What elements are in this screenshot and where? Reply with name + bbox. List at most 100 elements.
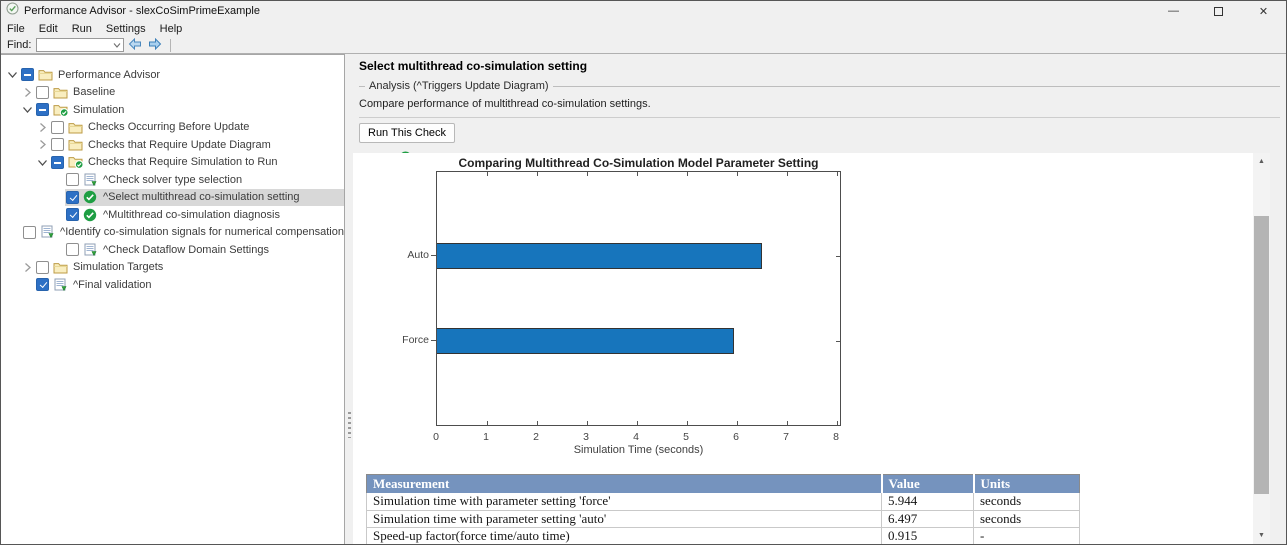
tree-checkbox-unchecked[interactable] <box>36 261 49 274</box>
x-tick-mark <box>837 172 838 176</box>
tree-checkbox-checked[interactable] <box>36 278 49 291</box>
x-tick-mark <box>637 172 638 176</box>
tree-item-label[interactable]: ^Final validation <box>73 279 152 291</box>
tree-item-label[interactable]: ^Check solver type selection <box>103 174 242 186</box>
chevron-right-icon[interactable] <box>20 262 35 273</box>
maximize-button[interactable] <box>1196 1 1241 21</box>
scroll-up-icon[interactable]: ▲ <box>1253 153 1270 170</box>
tree-item-body[interactable]: ^Select multithread co-simulation settin… <box>65 189 344 207</box>
tree-checkbox-unchecked[interactable] <box>51 121 64 134</box>
vertical-scrollbar[interactable]: ▲ ▼ <box>1253 153 1270 544</box>
tree-item[interactable]: Simulation Targets <box>1 259 344 277</box>
report-icon <box>40 225 56 240</box>
tree-item-label[interactable]: Checks that Require Update Diagram <box>88 139 271 151</box>
tree-item-label[interactable]: ^Check Dataflow Domain Settings <box>103 244 269 256</box>
tree-item-body[interactable]: Performance Advisor <box>20 66 344 84</box>
menu-settings[interactable]: Settings <box>106 23 146 35</box>
tree-item-label[interactable]: ^Identify co-simulation signals for nume… <box>60 226 344 238</box>
menu-file[interactable]: File <box>7 23 25 35</box>
panel-splitter[interactable] <box>344 54 353 544</box>
chevron-down-icon[interactable] <box>35 158 50 167</box>
folder-icon <box>53 85 69 100</box>
tree-item-label[interactable]: ^Select multithread co-simulation settin… <box>103 191 300 203</box>
tree-checkbox-unchecked[interactable] <box>66 173 79 186</box>
bar-force <box>437 328 734 354</box>
tree-item-label[interactable]: Simulation Targets <box>73 261 163 273</box>
scrollbar-thumb[interactable] <box>1254 216 1269 494</box>
tree-item[interactable]: Checks Occurring Before Update <box>1 119 344 137</box>
tree-checkbox-unchecked[interactable] <box>23 226 36 239</box>
analysis-groupbox-label: Analysis (^Triggers Update Diagram) <box>365 80 553 92</box>
tree-item-body[interactable]: ^Identify co-simulation signals for nume… <box>22 224 344 242</box>
find-next-button[interactable] <box>146 37 164 53</box>
tree-item-body[interactable]: Simulation <box>35 101 344 119</box>
tree-checkbox-partial[interactable] <box>51 156 64 169</box>
tree-item-label[interactable]: Simulation <box>73 104 124 116</box>
tree-item[interactable]: ^Final validation <box>1 276 344 294</box>
tree-item-label[interactable]: Baseline <box>73 86 115 98</box>
tree-checkbox-partial[interactable] <box>21 68 34 81</box>
tree-item[interactable]: Simulation <box>1 101 344 119</box>
run-this-check-button[interactable]: Run This Check <box>359 123 455 143</box>
analysis-groupbox: Analysis (^Triggers Update Diagram) <box>359 86 1280 87</box>
tree-item[interactable]: ^Check solver type selection <box>1 171 344 189</box>
x-tick-label: 4 <box>626 431 646 443</box>
tree-item-body[interactable]: Baseline <box>35 84 344 102</box>
tree-item[interactable]: Performance Advisor <box>1 66 344 84</box>
x-tick-mark <box>587 421 588 425</box>
tree-indent <box>1 179 50 180</box>
menu-edit[interactable]: Edit <box>39 23 58 35</box>
tree-item-label[interactable]: Performance Advisor <box>58 69 160 81</box>
tree-checkbox-unchecked[interactable] <box>66 243 79 256</box>
tree-checkbox-partial[interactable] <box>36 103 49 116</box>
menu-run[interactable]: Run <box>72 23 92 35</box>
tree-item-body[interactable]: Checks that Require Simulation to Run <box>50 154 344 172</box>
chevron-right-icon[interactable] <box>20 87 35 98</box>
tree-item[interactable]: Baseline <box>1 84 344 102</box>
find-combobox[interactable] <box>36 38 124 52</box>
tree-item[interactable]: ^Identify co-simulation signals for nume… <box>1 224 344 242</box>
chevron-down-icon[interactable] <box>111 43 123 48</box>
tree-item-body[interactable]: ^Check solver type selection <box>65 171 344 189</box>
tree-indent <box>1 197 50 198</box>
folder-icon <box>38 67 54 82</box>
tree-item[interactable]: ^Multithread co-simulation diagnosis <box>1 206 344 224</box>
tree-checkbox-checked[interactable] <box>66 191 79 204</box>
table-cell: seconds <box>974 510 1080 527</box>
tree-checkbox-unchecked[interactable] <box>51 138 64 151</box>
y-tick-mark <box>431 340 436 341</box>
tree-checkbox-checked[interactable] <box>66 208 79 221</box>
tree-item[interactable]: Checks that Require Simulation to Run <box>1 154 344 172</box>
x-tick-mark <box>687 172 688 176</box>
tree-item-body[interactable]: Checks Occurring Before Update <box>50 119 344 137</box>
tree-item-body[interactable]: ^Check Dataflow Domain Settings <box>65 241 344 259</box>
tree-item-body[interactable]: Checks that Require Update Diagram <box>50 136 344 154</box>
close-button[interactable]: ✕ <box>1241 1 1286 21</box>
minimize-button[interactable]: — <box>1151 1 1196 21</box>
tree-item[interactable]: ^Select multithread co-simulation settin… <box>1 189 344 207</box>
menu-help[interactable]: Help <box>160 23 183 35</box>
x-tick-mark <box>537 421 538 425</box>
toolbar-separator <box>170 39 171 52</box>
tree-item-label[interactable]: ^Multithread co-simulation diagnosis <box>103 209 280 221</box>
tree-item-body[interactable]: Simulation Targets <box>35 259 344 277</box>
tree-checkbox-unchecked[interactable] <box>36 86 49 99</box>
arrow-right-icon <box>148 38 162 53</box>
chevron-down-icon[interactable] <box>5 70 20 79</box>
scroll-down-icon[interactable]: ▼ <box>1253 527 1270 544</box>
x-tick-mark <box>687 421 688 425</box>
menu-bar: File Edit Run Settings Help <box>1 21 1286 37</box>
tree-item-label[interactable]: Checks that Require Simulation to Run <box>88 156 278 168</box>
tree-item-body[interactable]: ^Final validation <box>35 276 344 294</box>
chevron-right-icon[interactable] <box>35 139 50 150</box>
tree-item-body[interactable]: ^Multithread co-simulation diagnosis <box>65 206 344 224</box>
tree-item[interactable]: ^Check Dataflow Domain Settings <box>1 241 344 259</box>
title-bar: Performance Advisor - slexCoSimPrimeExam… <box>1 1 1286 21</box>
find-input[interactable] <box>37 39 111 51</box>
chevron-down-icon[interactable] <box>20 105 35 114</box>
splitter-grip-icon <box>348 412 351 438</box>
find-previous-button[interactable] <box>126 37 144 53</box>
chevron-right-icon[interactable] <box>35 122 50 133</box>
tree-item-label[interactable]: Checks Occurring Before Update <box>88 121 249 133</box>
tree-item[interactable]: Checks that Require Update Diagram <box>1 136 344 154</box>
